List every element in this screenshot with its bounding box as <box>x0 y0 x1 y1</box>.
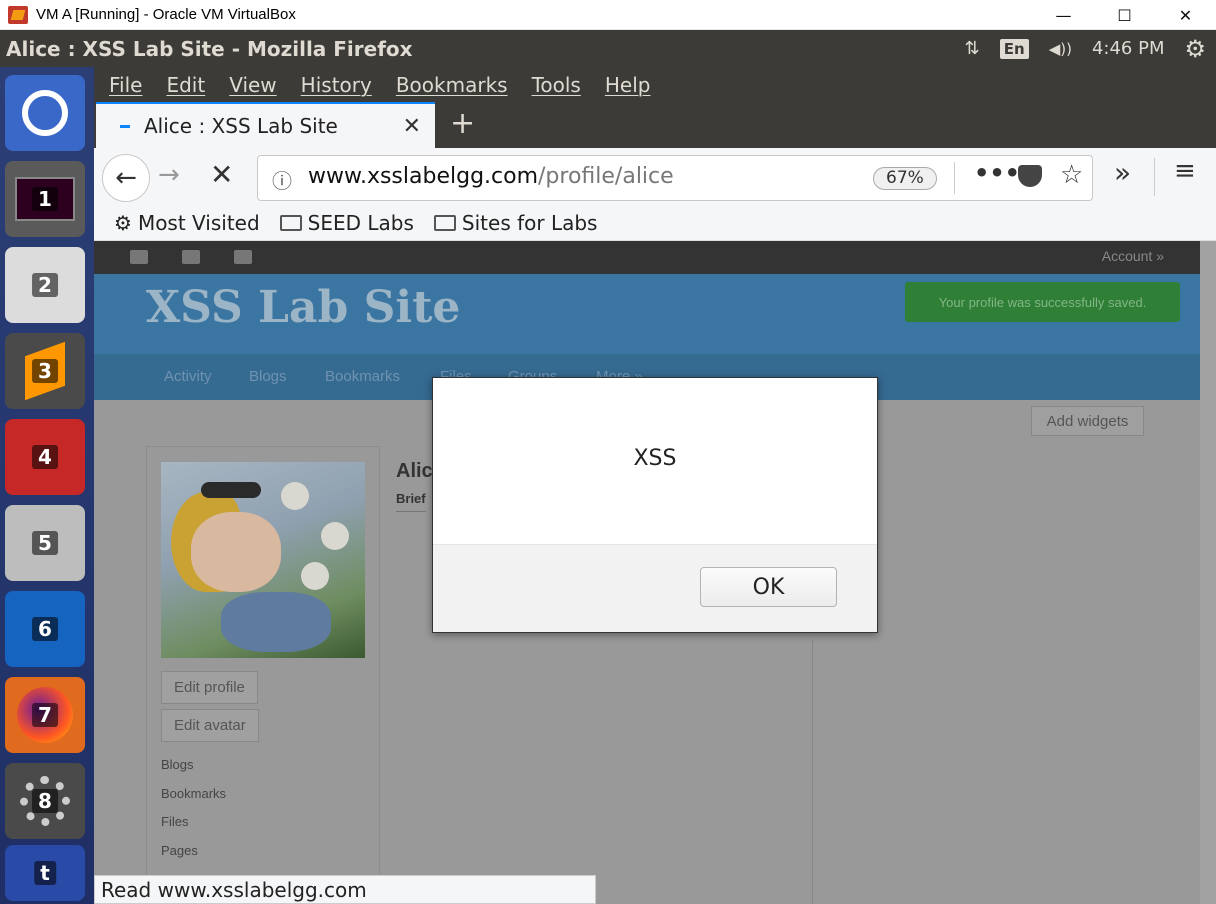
launcher-item-text-editor[interactable]: 2 <box>5 247 85 323</box>
screen: VM A [Running] - Oracle VM VirtualBox — … <box>0 0 1216 904</box>
alert-footer: OK <box>433 544 877 632</box>
page-actions-icon[interactable]: ••• <box>974 159 1020 187</box>
divider <box>396 511 426 512</box>
web-content: Account » XSS Lab Site Your profile was … <box>94 241 1216 904</box>
site-title[interactable]: XSS Lab Site <box>146 282 460 333</box>
menu-bookmarks[interactable]: Bookmarks <box>396 73 508 97</box>
settings-gear-icon[interactable]: ⚙ <box>1184 35 1206 63</box>
back-button[interactable]: ← <box>102 154 150 202</box>
bookmark-sites-for-labs[interactable]: Sites for Labs <box>433 211 597 235</box>
menu-view[interactable]: View <box>229 73 276 97</box>
overflow-menu-icon[interactable]: » <box>1114 156 1131 189</box>
keyboard-layout-indicator[interactable]: En <box>999 38 1029 59</box>
toolbar-separator <box>1154 158 1155 196</box>
maximize-button[interactable]: ☐ <box>1094 0 1155 30</box>
profile-sidebar: Edit profile Edit avatar Blogs Bookmarks… <box>146 446 380 904</box>
tab-loading-icon <box>120 124 130 128</box>
profile-link-blogs[interactable]: Blogs <box>161 757 194 772</box>
tab-bar: Alice : XSS Lab Site ✕ + <box>94 102 1216 148</box>
menu-edit[interactable]: Edit <box>166 73 205 97</box>
profile-link-pages[interactable]: Pages <box>161 843 198 858</box>
edit-avatar-button[interactable]: Edit avatar <box>161 709 259 742</box>
ubuntu-top-panel: Alice : XSS Lab Site - Mozilla Firefox ⇅… <box>0 30 1216 67</box>
volume-icon[interactable]: ◀)) <box>1049 40 1072 58</box>
messages-icon[interactable] <box>234 250 252 264</box>
launcher-item-system-settings[interactable]: 8 <box>5 763 85 839</box>
pocket-icon[interactable] <box>1018 165 1042 187</box>
host-window-title: VM A [Running] - Oracle VM VirtualBox <box>36 6 296 23</box>
profile-link-files[interactable]: Files <box>161 814 188 829</box>
firefox-menubar: File Edit View History Bookmarks Tools H… <box>94 67 1216 102</box>
launcher-item-files[interactable]: 5 <box>5 505 85 581</box>
host-window-titlebar: VM A [Running] - Oracle VM VirtualBox — … <box>0 0 1216 30</box>
elgg-logo-icon[interactable] <box>130 250 148 264</box>
active-window-title: Alice : XSS Lab Site - Mozilla Firefox <box>6 36 413 61</box>
launcher-item-trash[interactable]: t <box>5 845 85 901</box>
alert-dialog: XSS OK <box>432 377 878 633</box>
column-divider <box>812 640 813 904</box>
url-path: /profile/alice <box>538 164 674 189</box>
launcher-item-terminal[interactable]: 1 <box>5 161 85 237</box>
page-scrollbar[interactable] <box>1200 241 1216 904</box>
elgg-topbar: Account » <box>94 241 1200 274</box>
close-button[interactable]: ✕ <box>1155 0 1216 30</box>
forward-button[interactable]: → <box>158 160 180 190</box>
virtualbox-icon <box>8 5 28 24</box>
url-separator <box>954 162 955 194</box>
ok-button[interactable]: OK <box>700 567 837 607</box>
ubuntu-dash-icon[interactable] <box>5 75 85 151</box>
account-link[interactable]: Account » <box>1102 248 1164 264</box>
profile-brief-label: Brief <box>396 491 426 506</box>
tab-alice[interactable]: Alice : XSS Lab Site ✕ <box>96 102 435 148</box>
new-tab-button[interactable]: + <box>450 106 475 141</box>
url-host: www.xsslabelgg.com <box>308 164 539 189</box>
bookmark-seed-labs[interactable]: SEED Labs <box>279 211 414 235</box>
minimize-button[interactable]: — <box>1033 0 1094 30</box>
avatar[interactable] <box>161 462 365 658</box>
hamburger-menu-icon[interactable]: ≡ <box>1174 156 1196 186</box>
navigation-toolbar: ← → ✕ ⓘ www.xsslabelgg.com/profile/alice… <box>94 148 1216 206</box>
folder-icon <box>433 215 456 231</box>
zoom-indicator[interactable]: 67% <box>873 167 937 190</box>
menu-help[interactable]: Help <box>605 73 651 97</box>
edit-profile-button[interactable]: Edit profile <box>161 671 258 704</box>
folder-icon <box>279 215 302 231</box>
menu-file[interactable]: File <box>109 73 142 97</box>
clock[interactable]: 4:46 PM <box>1092 38 1165 59</box>
gear-icon: ⚙ <box>114 211 132 235</box>
menu-tools[interactable]: Tools <box>532 73 581 97</box>
menu-history[interactable]: History <box>301 73 372 97</box>
tab-close-icon[interactable]: ✕ <box>403 114 421 139</box>
site-header: XSS Lab Site Your profile was successful… <box>94 274 1200 354</box>
bookmark-star-icon[interactable]: ☆ <box>1060 160 1083 190</box>
nav-bookmarks[interactable]: Bookmarks <box>325 368 400 385</box>
tab-title: Alice : XSS Lab Site <box>144 114 338 138</box>
url-bar[interactable]: ⓘ www.xsslabelgg.com/profile/alice 67% •… <box>257 155 1093 201</box>
success-message[interactable]: Your profile was successfully saved. <box>905 282 1180 322</box>
status-bar: Read www.xsslabelgg.com <box>94 875 596 904</box>
alert-message: XSS <box>633 446 677 471</box>
friends-icon[interactable] <box>182 250 200 264</box>
ubuntu-launcher: 1 2 3 4 5 6 7 8 t <box>0 67 94 904</box>
bookmark-most-visited[interactable]: ⚙ Most Visited <box>114 211 260 235</box>
site-info-icon[interactable]: ⓘ <box>272 165 292 194</box>
launcher-item-app6[interactable]: 6 <box>5 591 85 667</box>
nav-blogs[interactable]: Blogs <box>249 368 287 385</box>
stop-button[interactable]: ✕ <box>210 158 233 191</box>
profile-link-bookmarks[interactable]: Bookmarks <box>161 786 226 801</box>
launcher-item-firefox[interactable]: 7 <box>5 677 85 753</box>
url-text[interactable]: www.xsslabelgg.com/profile/alice <box>308 164 674 189</box>
profile-name: Alic <box>396 460 433 482</box>
add-widgets-button[interactable]: Add widgets <box>1031 406 1144 436</box>
launcher-item-wireshark[interactable]: 4 <box>5 419 85 495</box>
nav-activity[interactable]: Activity <box>164 368 212 385</box>
network-icon[interactable]: ⇅ <box>965 38 980 59</box>
launcher-item-sublime[interactable]: 3 <box>5 333 85 409</box>
bookmarks-toolbar: ⚙ Most Visited SEED Labs Sites for Labs <box>94 206 1216 241</box>
